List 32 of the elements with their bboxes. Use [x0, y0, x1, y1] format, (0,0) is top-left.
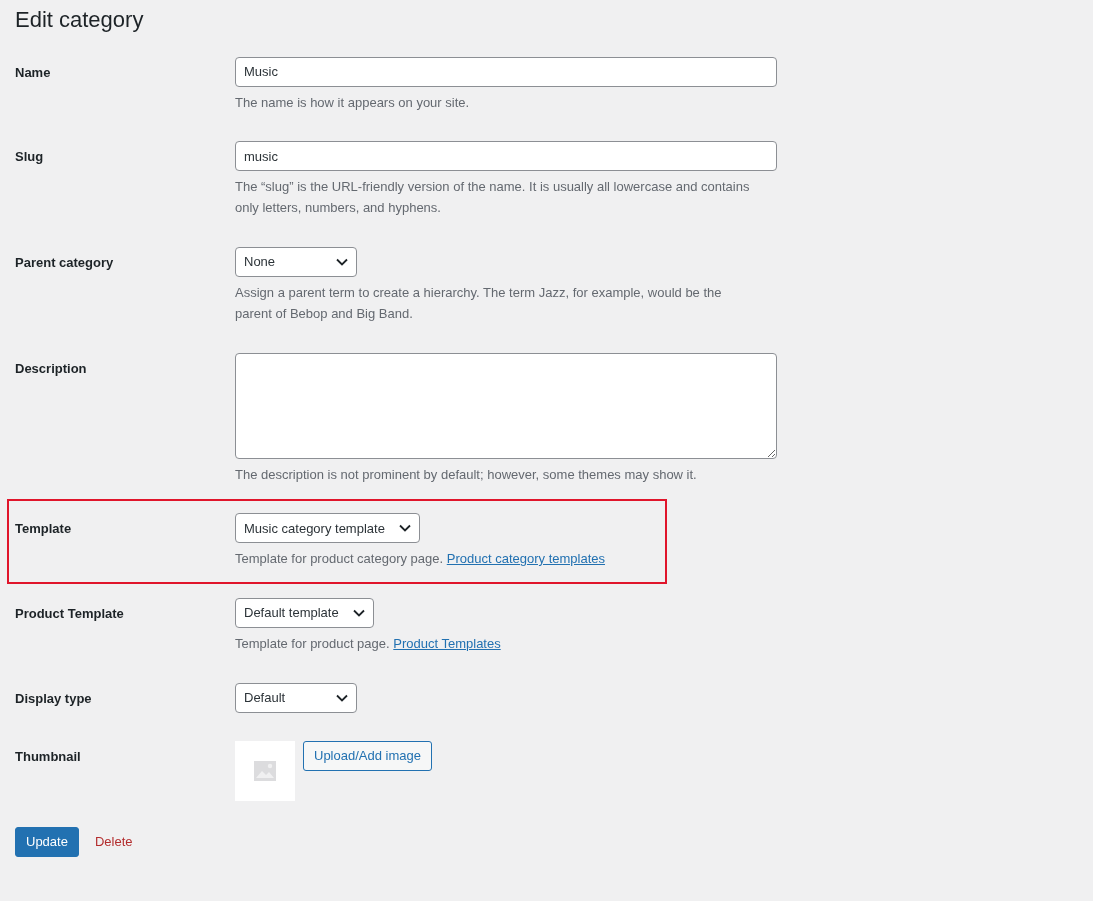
update-button[interactable]: Update: [15, 826, 79, 857]
help-text: Template for product page. Product Templates: [235, 635, 502, 654]
dropdown[interactable]: None: [235, 247, 357, 277]
dropdown[interactable]: Music category template: [235, 513, 420, 544]
page-title: Edit category: [15, 6, 145, 34]
help-text: The description is not prominent by default; however, some themes may show it.: [235, 465, 698, 484]
dropdown[interactable]: Default: [235, 682, 357, 713]
image-placeholder-icon: [254, 760, 276, 781]
text-field[interactable]: music: [235, 141, 777, 172]
field-label: Name: [15, 63, 52, 82]
field-label: Product Template: [15, 605, 125, 624]
help-text: The name is how it appears on your site.: [235, 93, 471, 112]
field-label: Thumbnail: [15, 747, 82, 766]
upload-image-button[interactable]: Upload/Add image: [303, 740, 432, 771]
chevron-down-icon: [398, 524, 411, 533]
help-text: The “slug” is the URL-friendly version of the name. It is usually all lowercase and contains only letters, numbers, and hyphens.: [235, 178, 751, 218]
chevron-down-icon: [336, 693, 348, 702]
field-label: Description: [15, 359, 88, 378]
help-text: Assign a parent term to create a hierarchy. The term Jazz, for example, would be the parent of Bebop and Big Band.: [235, 284, 723, 323]
field-label: Display type: [15, 689, 93, 708]
delete-link[interactable]: Delete: [94, 832, 133, 852]
text-field[interactable]: Music: [235, 56, 777, 87]
field-label: Parent category: [15, 254, 115, 272]
help-link[interactable]: Product Templates: [393, 636, 501, 652]
chevron-down-icon: [336, 258, 348, 266]
help-link[interactable]: Product category templates: [446, 551, 605, 567]
description-field[interactable]: [235, 352, 777, 459]
dropdown[interactable]: Default template: [235, 598, 374, 629]
chevron-down-icon: [352, 609, 365, 618]
field-label: Slug: [15, 148, 45, 167]
field-label: Template: [15, 520, 73, 539]
help-text: Template for product category page. Product category templates: [235, 550, 606, 569]
